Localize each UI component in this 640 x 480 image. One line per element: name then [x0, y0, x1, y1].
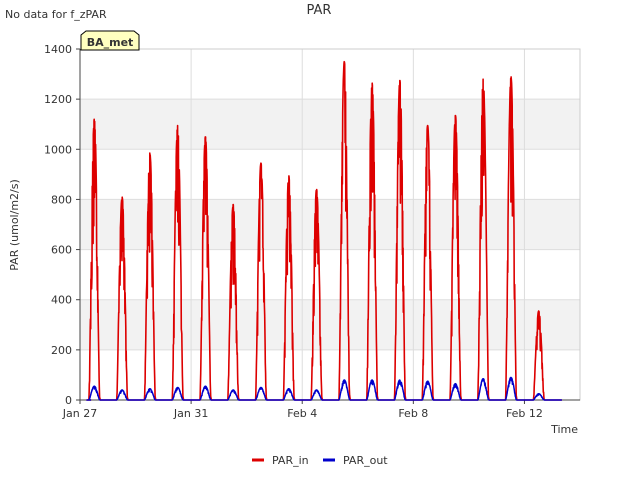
y-axis-label: PAR (umol/m2/s): [8, 179, 21, 271]
legend: PAR_in PAR_out: [252, 454, 388, 467]
x-tick-label: Feb 4: [287, 407, 317, 420]
station-badge: BA_met: [80, 30, 140, 51]
x-tick-label: Jan 31: [173, 407, 208, 420]
y-tick-label: 400: [51, 294, 72, 307]
y-tick-label: 1000: [44, 143, 72, 156]
y-tick-label: 0: [65, 394, 72, 407]
y-tick-label: 800: [51, 193, 72, 206]
x-axis-label: Time: [550, 423, 578, 436]
x-tick-label: Jan 27: [62, 407, 97, 420]
plot-background-bands: [80, 49, 580, 400]
y-tick-label: 600: [51, 244, 72, 257]
y-tick-label: 1400: [44, 43, 72, 56]
x-tick-label: Feb 12: [506, 407, 543, 420]
background-band: [80, 199, 580, 250]
legend-label-par-out: PAR_out: [343, 454, 388, 467]
x-tick-label: Feb 8: [398, 407, 428, 420]
legend-label-par-in: PAR_in: [272, 454, 309, 467]
chart-title: PAR: [307, 3, 332, 18]
y-tick-label: 200: [51, 344, 72, 357]
background-band: [80, 99, 580, 150]
background-band: [80, 299, 580, 350]
station-badge-label: BA_met: [87, 36, 134, 49]
par-chart: No data for f_zPAR PAR 0 200 400 600 800 1000…: [5, 3, 581, 467]
y-tick-label: 1200: [44, 93, 72, 106]
no-data-notice: No data for f_zPAR: [5, 8, 107, 21]
